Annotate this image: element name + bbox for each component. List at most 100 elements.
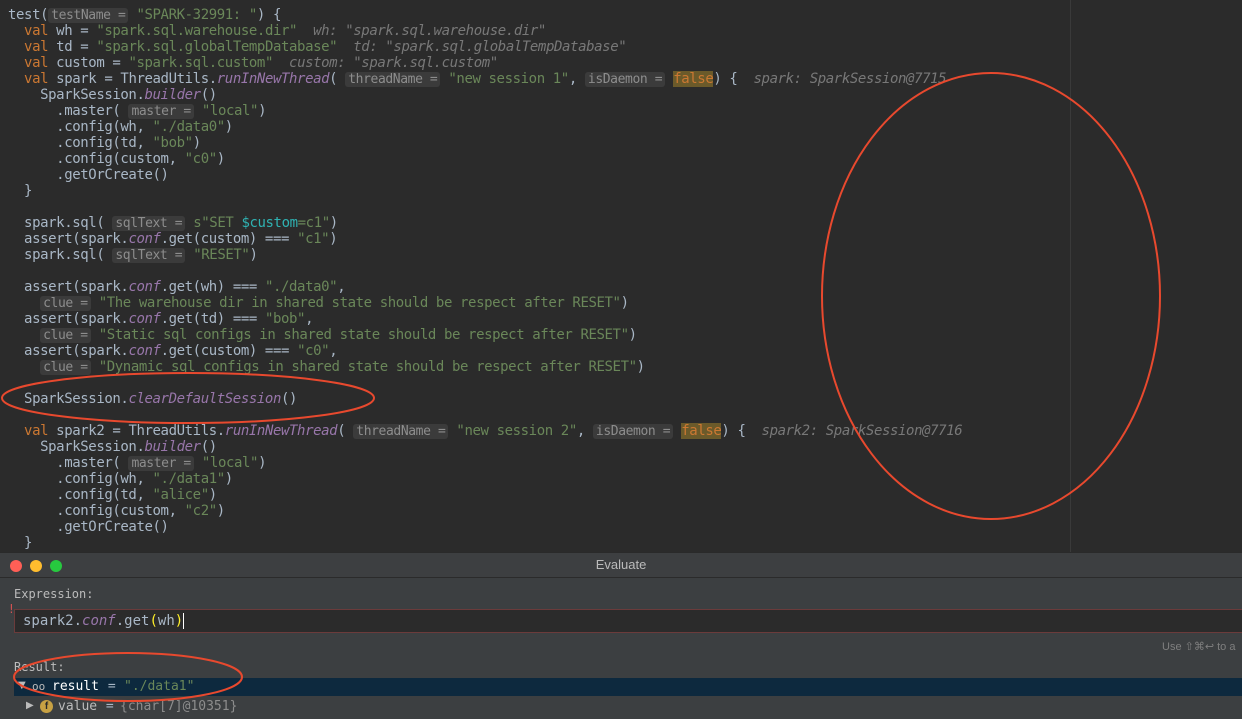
- parameter-hint: threadName =: [345, 72, 441, 87]
- code-line[interactable]: .getOrCreate(): [8, 167, 169, 183]
- code-token: "new session 1": [440, 71, 569, 87]
- code-token: s"SET: [193, 215, 242, 231]
- code-token: "./data0": [152, 119, 226, 135]
- code-token: ): [216, 503, 225, 519]
- code-line[interactable]: spark.sql( sqlText = s"SET $custom=c1"): [8, 215, 338, 231]
- code-line[interactable]: assert(spark.conf.get(td) === "bob",: [8, 311, 313, 327]
- code-token: ): [628, 327, 637, 343]
- code-token: (: [329, 71, 346, 87]
- parameter-hint: testName =: [48, 8, 129, 23]
- value-name: value: [58, 699, 98, 714]
- code-token: "spark.sql.custom": [128, 55, 273, 71]
- code-line[interactable]: assert(spark.conf.get(wh) === "./data0",: [8, 279, 346, 295]
- expr-part: wh: [157, 613, 175, 629]
- parameter-hint: clue =: [40, 328, 91, 343]
- code-line[interactable]: .master( master = "local"): [8, 455, 267, 471]
- parameter-hint: clue =: [40, 360, 91, 375]
- code-token: (: [337, 423, 354, 439]
- code-token: conf: [128, 343, 161, 359]
- expand-right-icon[interactable]: ▶: [26, 700, 34, 711]
- code-token: conf: [128, 279, 161, 295]
- code-token: ) {: [256, 7, 281, 23]
- code-token: ,: [329, 343, 338, 359]
- code-line[interactable]: .config(custom, "c2"): [8, 503, 225, 519]
- code-token: conf: [128, 311, 161, 327]
- parameter-hint: clue =: [40, 296, 91, 311]
- code-line[interactable]: }: [8, 183, 32, 199]
- code-line[interactable]: val spark2 = ThreadUtils.runInNewThread(…: [8, 423, 963, 439]
- code-line[interactable]: SparkSession.builder(): [8, 439, 217, 455]
- parameter-hint: isDaemon =: [584, 72, 666, 87]
- dialog-titlebar: Evaluate: [0, 553, 1242, 578]
- parameter-hint: master =: [128, 456, 194, 471]
- code-token: "Dynamic sql configs in shared state sho…: [90, 359, 637, 375]
- code-editor[interactable]: test(testName = "SPARK-32991: ") { val w…: [0, 0, 1242, 552]
- code-token: "The warehouse dir in shared state shoul…: [90, 295, 621, 311]
- code-line[interactable]: .config(wh, "./data0"): [8, 119, 233, 135]
- code-line[interactable]: val wh = "spark.sql.warehouse.dir" wh: "…: [8, 23, 546, 39]
- code-token: "c1": [297, 231, 330, 247]
- code-line[interactable]: assert(spark.conf.get(custom) === "c0",: [8, 343, 338, 359]
- code-line[interactable]: val custom = "spark.sql.custom" custom: …: [8, 55, 498, 71]
- code-token: "c2": [184, 503, 218, 519]
- result-tree-row[interactable]: ▼ oo result = "./data1": [14, 678, 1242, 696]
- expand-down-icon[interactable]: ▼: [18, 680, 26, 691]
- code-line[interactable]: spark.sql( sqlText = "RESET"): [8, 247, 258, 263]
- code-token: .config(wh,: [8, 471, 153, 487]
- code-line[interactable]: SparkSession.clearDefaultSession(): [8, 391, 297, 407]
- code-token: $custom: [241, 215, 298, 231]
- code-token: ) {: [721, 423, 746, 439]
- code-line[interactable]: clue = "Dynamic sql configs in shared st…: [8, 359, 645, 375]
- code-token: spark.sql(: [8, 247, 113, 263]
- code-token: td =: [48, 39, 97, 55]
- code-token: val: [8, 55, 49, 71]
- code-line[interactable]: .getOrCreate(): [8, 519, 169, 535]
- code-line[interactable]: .config(custom, "c0"): [8, 151, 225, 167]
- parameter-hint: threadName =: [353, 424, 449, 439]
- code-token: runInNewThread: [216, 71, 330, 87]
- code-token: ): [208, 487, 217, 503]
- code-token: val: [8, 423, 49, 439]
- value-tree-row[interactable]: ▶ f value = {char[7]@10351}: [14, 698, 1242, 716]
- code-token: spark = ThreadUtils.: [48, 71, 217, 87]
- code-token: ): [224, 471, 233, 487]
- code-line[interactable]: val spark = ThreadUtils.runInNewThread( …: [8, 71, 947, 87]
- expression-input[interactable]: spark2.conf.get(wh): [14, 609, 1242, 633]
- code-line[interactable]: test(testName = "SPARK-32991: ") {: [8, 7, 281, 23]
- code-token: assert(spark.: [8, 279, 129, 295]
- code-token: builder: [144, 439, 202, 455]
- code-token: .master(: [8, 103, 129, 119]
- code-token: "bob": [152, 135, 194, 151]
- code-token: ,: [337, 279, 346, 295]
- code-line[interactable]: SparkSession.builder(): [8, 87, 217, 103]
- code-token: test(: [8, 7, 49, 23]
- code-token: runInNewThread: [224, 423, 338, 439]
- code-line[interactable]: assert(spark.conf.get(custom) === "c1"): [8, 231, 338, 247]
- code-token: assert(spark.: [8, 311, 129, 327]
- code-token: spark.sql(: [8, 215, 113, 231]
- code-token: .config(custom,: [8, 151, 185, 167]
- watch-glasses-icon: oo: [32, 680, 46, 693]
- code-line[interactable]: .config(wh, "./data1"): [8, 471, 233, 487]
- expr-part: spark2.: [23, 613, 83, 629]
- code-line[interactable]: .config(td, "bob"): [8, 135, 201, 151]
- code-line[interactable]: .config(td, "alice"): [8, 487, 217, 503]
- code-line[interactable]: }: [8, 535, 32, 551]
- code-token: ) {: [713, 71, 738, 87]
- code-token: false: [673, 71, 714, 87]
- expr-part: conf: [82, 613, 116, 629]
- inline-debug-value: wh: "spark.sql.warehouse.dir": [297, 23, 546, 39]
- code-line[interactable]: clue = "Static sql configs in shared sta…: [8, 327, 637, 343]
- field-icon: f: [40, 700, 53, 713]
- dialog-title: Evaluate: [595, 557, 647, 572]
- code-token: ): [249, 247, 258, 263]
- code-line[interactable]: clue = "The warehouse dir in shared stat…: [8, 295, 629, 311]
- parameter-hint: master =: [128, 104, 194, 119]
- code-line[interactable]: .master( master = "local"): [8, 103, 267, 119]
- parameter-hint: isDaemon =: [592, 424, 674, 439]
- code-line[interactable]: val td = "spark.sql.globalTempDatabase" …: [8, 39, 627, 55]
- code-token: ): [192, 135, 201, 151]
- code-token: =c1": [297, 215, 331, 231]
